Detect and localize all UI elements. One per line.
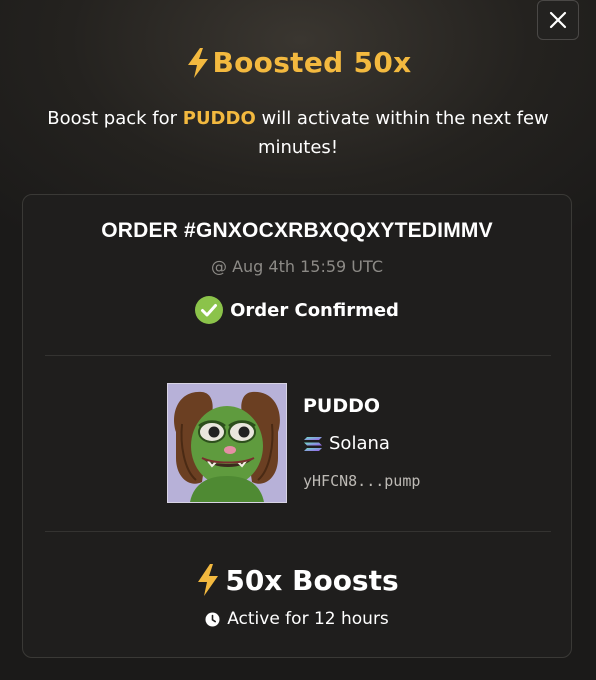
boost-duration: Active for 12 hours xyxy=(23,609,571,629)
dialog-title: Boosted 50x xyxy=(185,46,412,79)
token-info: PUDDO Solana yHFCN8...pump xyxy=(167,383,467,503)
token-chain-label: Solana xyxy=(329,433,390,454)
divider xyxy=(45,355,551,356)
token-avatar xyxy=(167,383,287,503)
dialog-header: Boosted 50x xyxy=(0,46,596,83)
token-chain: Solana xyxy=(303,433,390,454)
close-button[interactable] xyxy=(537,0,579,40)
token-address[interactable]: yHFCN8...pump xyxy=(303,472,420,490)
divider xyxy=(45,531,551,532)
order-timestamp: @ Aug 4th 15:59 UTC xyxy=(210,257,383,276)
close-icon xyxy=(549,11,567,29)
boost-duration-label: Active for 12 hours xyxy=(227,609,389,629)
message-suffix: will activate within the next few minute… xyxy=(257,108,549,158)
lightning-bolt-icon xyxy=(187,47,208,78)
solana-icon xyxy=(304,436,322,451)
boost-count-label: 50x Boosts xyxy=(225,563,399,597)
order-card: ORDER #GNXOCXRBXQQXYTEDIMMV @ Aug 4th 15… xyxy=(22,194,572,658)
boost-summary: 50x Boosts xyxy=(23,563,571,597)
clock-icon xyxy=(205,612,220,626)
order-id: ORDER #GNXOCXRBXQQXYTEDIMMV xyxy=(101,219,493,242)
dialog-title-text: Boosted 50x xyxy=(212,46,412,79)
order-status: Order Confirmed xyxy=(23,296,571,324)
activation-message: Boost pack for PUDDO will activate withi… xyxy=(40,104,556,162)
order-status-label: Order Confirmed xyxy=(230,299,399,321)
message-prefix: Boost pack for xyxy=(47,108,178,129)
check-circle-icon xyxy=(195,296,224,324)
puddo-pepe-avatar xyxy=(168,384,286,502)
token-name: PUDDO xyxy=(303,395,381,417)
message-token: PUDDO xyxy=(182,108,256,129)
lightning-bolt-icon xyxy=(198,564,219,596)
